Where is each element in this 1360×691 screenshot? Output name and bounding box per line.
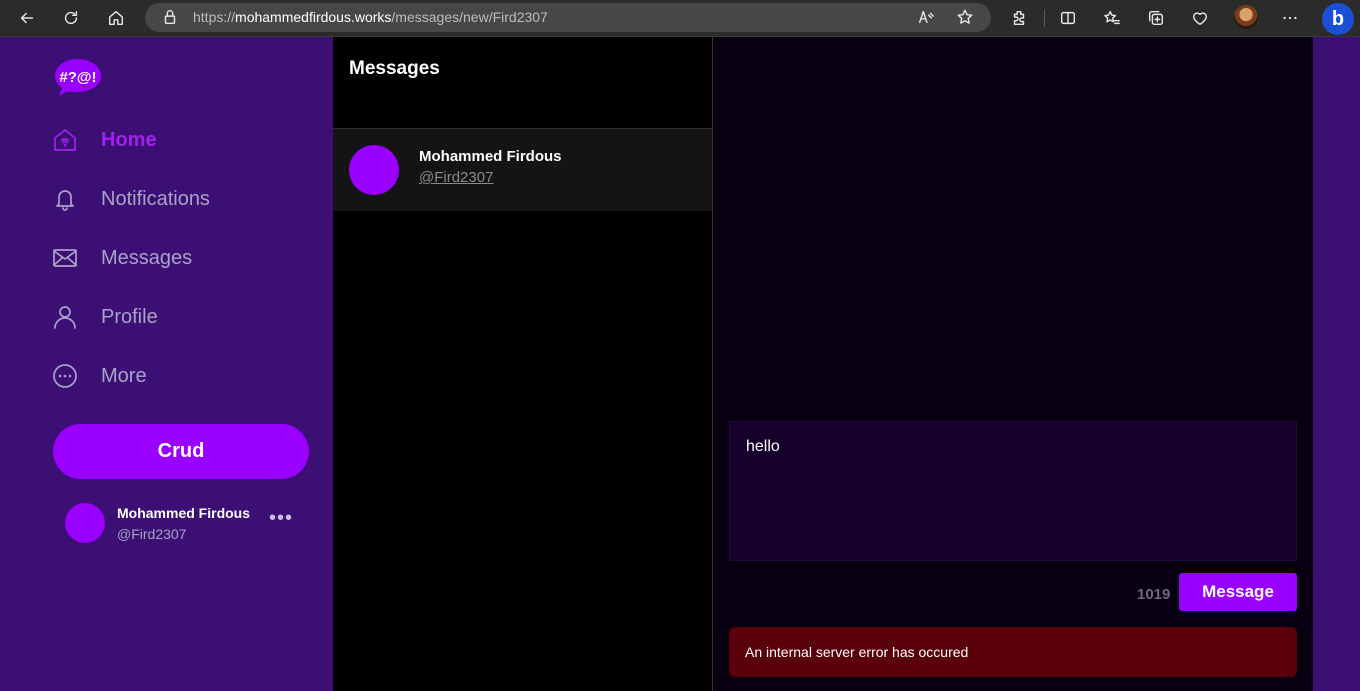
browser-essentials-icon[interactable] [1188, 6, 1212, 30]
mail-icon [52, 245, 78, 271]
nav-messages[interactable]: Messages [52, 238, 192, 278]
browser-profile-avatar[interactable] [1234, 5, 1258, 29]
nav-more-label: More [101, 364, 147, 387]
home-browser-icon[interactable] [103, 6, 129, 30]
current-user-handle: @Fird2307 [117, 526, 187, 542]
back-icon[interactable] [14, 6, 40, 30]
extensions-icon[interactable] [1007, 6, 1031, 30]
conversation-name: Mohammed Firdous [419, 148, 562, 165]
settings-more-icon[interactable] [1278, 6, 1302, 30]
url-text[interactable]: https://mohammedfirdous.works/messages/n… [193, 9, 548, 25]
split-screen-icon[interactable] [1056, 6, 1080, 30]
char-counter: 1019 [1137, 586, 1171, 603]
current-user-name: Mohammed Firdous [117, 505, 251, 521]
current-user-card[interactable]: Mohammed Firdous @Fird2307 ••• [65, 503, 315, 543]
error-alert: An internal server error has occured [729, 627, 1297, 677]
send-message-button[interactable]: Message [1179, 573, 1297, 611]
user-menu-icon[interactable]: ••• [269, 507, 293, 530]
conversation-handle[interactable]: @Fird2307 [419, 169, 493, 186]
nav-more[interactable]: More [52, 356, 147, 396]
bell-icon [52, 186, 78, 212]
address-bar[interactable]: https://mohammedfirdous.works/messages/n… [145, 3, 991, 32]
chat-panel: hello 1019 Message An internal server er… [713, 37, 1313, 691]
collections-icon[interactable] [1144, 6, 1168, 30]
avatar [349, 145, 399, 195]
user-icon [52, 304, 78, 330]
bing-copilot-icon[interactable]: b [1322, 3, 1354, 35]
home-icon [52, 127, 78, 153]
nav-home[interactable]: Home [52, 120, 157, 160]
toolbar-separator [1044, 9, 1045, 27]
conversation-item[interactable]: Mohammed Firdous @Fird2307 [333, 129, 712, 211]
nav-notifications-label: Notifications [101, 187, 210, 210]
browser-toolbar: https://mohammedfirdous.works/messages/n… [0, 0, 1360, 37]
page-title: Messages [349, 58, 440, 79]
read-aloud-icon[interactable] [917, 8, 935, 31]
lock-icon [161, 8, 179, 31]
favorites-icon[interactable] [1100, 6, 1124, 30]
nav-messages-label: Messages [101, 246, 193, 269]
refresh-icon[interactable] [58, 6, 84, 30]
message-input[interactable]: hello [729, 421, 1297, 561]
nav-home-label: Home [101, 128, 157, 151]
crud-button[interactable]: Crud [53, 424, 309, 479]
avatar [65, 503, 105, 543]
nav-profile-label: Profile [101, 305, 158, 328]
nav-notifications[interactable]: Notifications [52, 179, 210, 219]
app-logo[interactable]: #?@! [53, 57, 103, 97]
nav-profile[interactable]: Profile [52, 297, 158, 337]
sidebar: #?@! Home Notifications Messages Profile… [0, 37, 333, 691]
favorite-star-icon[interactable] [956, 8, 974, 31]
page-margin [1313, 37, 1360, 691]
svg-text:#?@!: #?@! [59, 69, 96, 86]
messages-panel: Messages Mohammed Firdous @Fird2307 [333, 37, 713, 691]
more-circle-icon [52, 363, 78, 389]
